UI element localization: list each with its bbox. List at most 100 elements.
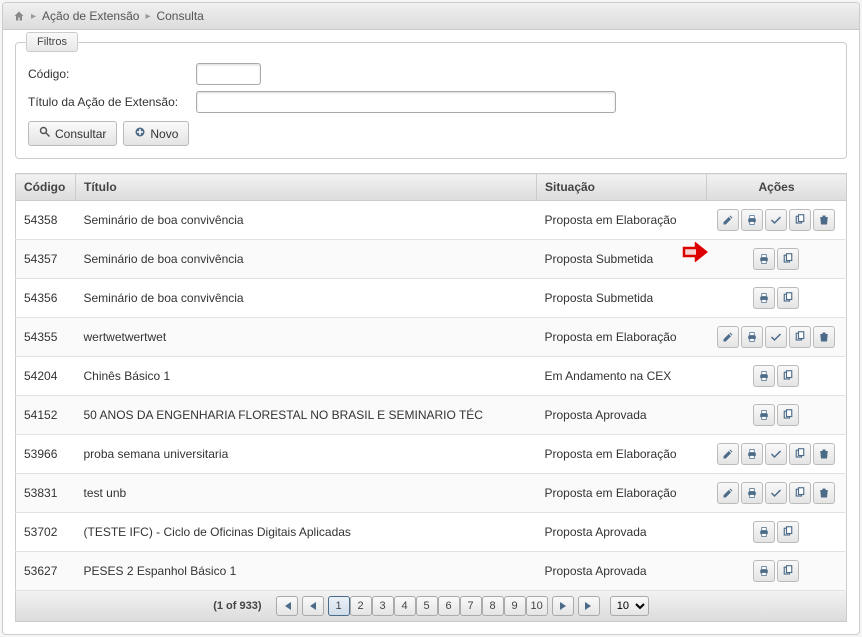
edit-button[interactable] (717, 326, 739, 348)
filters-legend: Filtros (26, 32, 78, 52)
cell-situacao: Proposta Submetida (537, 279, 707, 318)
titulo-input[interactable] (196, 91, 616, 113)
print-button[interactable] (741, 482, 763, 504)
cell-acoes (707, 240, 847, 279)
table-row: 54356Seminário de boa convivênciaPropost… (16, 279, 847, 318)
page-number-button[interactable]: 9 (504, 596, 526, 616)
copy-button[interactable] (777, 287, 799, 309)
cell-codigo: 53702 (16, 513, 76, 552)
print-button[interactable] (753, 521, 775, 543)
copy-button[interactable] (777, 560, 799, 582)
cell-situacao: Proposta Aprovada (537, 552, 707, 591)
consultar-button[interactable]: Consultar (28, 121, 117, 146)
edit-button[interactable] (717, 443, 739, 465)
codigo-input[interactable] (196, 63, 261, 85)
cell-situacao: Proposta em Elaboração (537, 474, 707, 513)
paginator: (1 of 933) 12345678910 10 (15, 591, 847, 622)
table-row: 54357Seminário de boa convivênciaPropost… (16, 240, 847, 279)
page-number-button[interactable]: 4 (394, 596, 416, 616)
prev-page-button[interactable] (302, 596, 324, 616)
first-page-button[interactable] (276, 596, 298, 616)
cell-acoes (707, 396, 847, 435)
cell-codigo: 54356 (16, 279, 76, 318)
table-row: 53966proba semana universitariaProposta … (16, 435, 847, 474)
page-number-button[interactable]: 2 (350, 596, 372, 616)
copy-button[interactable] (777, 365, 799, 387)
col-header-acoes: Ações (707, 174, 847, 201)
cell-situacao: Proposta em Elaboração (537, 201, 707, 240)
delete-button[interactable] (813, 482, 835, 504)
page-number-button[interactable]: 7 (460, 596, 482, 616)
copy-button[interactable] (789, 209, 811, 231)
table-row: 53831test unbProposta em Elaboração (16, 474, 847, 513)
delete-button[interactable] (813, 326, 835, 348)
table-row: 54355wertwetwertwetProposta em Elaboraçã… (16, 318, 847, 357)
cell-codigo: 54358 (16, 201, 76, 240)
cell-titulo: proba semana universitaria (76, 435, 537, 474)
page-number-button[interactable]: 1 (328, 596, 350, 616)
delete-button[interactable] (813, 209, 835, 231)
edit-button[interactable] (717, 482, 739, 504)
delete-button[interactable] (813, 443, 835, 465)
approve-button[interactable] (765, 326, 787, 348)
novo-button[interactable]: Novo (123, 121, 189, 146)
breadcrumb: ▸ Ação de Extensão ▸ Consulta (3, 3, 859, 30)
plus-icon (134, 126, 146, 141)
cell-acoes (707, 435, 847, 474)
col-header-titulo[interactable]: Título (76, 174, 537, 201)
breadcrumb-item-acao[interactable]: Ação de Extensão (42, 9, 139, 23)
cell-titulo: Seminário de boa convivência (76, 240, 537, 279)
print-button[interactable] (741, 209, 763, 231)
copy-button[interactable] (777, 248, 799, 270)
cell-titulo: Seminário de boa convivência (76, 279, 537, 318)
search-icon (39, 126, 51, 141)
page-number-button[interactable]: 5 (416, 596, 438, 616)
print-button[interactable] (741, 443, 763, 465)
cell-acoes (707, 513, 847, 552)
next-page-button[interactable] (552, 596, 574, 616)
col-header-codigo[interactable]: Código (16, 174, 76, 201)
cell-acoes (707, 552, 847, 591)
print-button[interactable] (753, 287, 775, 309)
print-button[interactable] (753, 560, 775, 582)
page-number-button[interactable]: 8 (482, 596, 504, 616)
print-button[interactable] (753, 365, 775, 387)
approve-button[interactable] (765, 443, 787, 465)
cell-situacao: Proposta em Elaboração (537, 435, 707, 474)
page-number-button[interactable]: 6 (438, 596, 460, 616)
home-icon[interactable] (13, 10, 25, 22)
cell-situacao: Proposta Aprovada (537, 396, 707, 435)
cell-acoes (707, 279, 847, 318)
col-header-situacao[interactable]: Situação (537, 174, 707, 201)
page-size-select[interactable]: 10 (610, 596, 649, 616)
cell-titulo: 50 ANOS DA ENGENHARIA FLORESTAL NO BRASI… (76, 396, 537, 435)
edit-button[interactable] (717, 209, 739, 231)
paginator-info: (1 of 933) (213, 600, 261, 612)
print-button[interactable] (753, 248, 775, 270)
print-button[interactable] (753, 404, 775, 426)
approve-button[interactable] (765, 482, 787, 504)
cell-situacao: Proposta em Elaboração (537, 318, 707, 357)
cell-codigo: 53831 (16, 474, 76, 513)
print-button[interactable] (741, 326, 763, 348)
copy-button[interactable] (789, 326, 811, 348)
copy-button[interactable] (777, 521, 799, 543)
cell-codigo: 53627 (16, 552, 76, 591)
copy-button[interactable] (789, 443, 811, 465)
page-number-button[interactable]: 10 (526, 596, 548, 616)
highlight-arrow-icon (682, 242, 708, 265)
last-page-button[interactable] (578, 596, 600, 616)
cell-titulo: wertwetwertwet (76, 318, 537, 357)
chevron-right-icon: ▸ (31, 11, 36, 22)
page-number-button[interactable]: 3 (372, 596, 394, 616)
cell-codigo: 54152 (16, 396, 76, 435)
cell-codigo: 54357 (16, 240, 76, 279)
copy-button[interactable] (777, 404, 799, 426)
cell-codigo: 54204 (16, 357, 76, 396)
copy-button[interactable] (789, 482, 811, 504)
table-row: 53627PESES 2 Espanhol Básico 1Proposta A… (16, 552, 847, 591)
table-row: 5415250 ANOS DA ENGENHARIA FLORESTAL NO … (16, 396, 847, 435)
approve-button[interactable] (765, 209, 787, 231)
cell-titulo: Chinês Básico 1 (76, 357, 537, 396)
cell-titulo: Seminário de boa convivência (76, 201, 537, 240)
